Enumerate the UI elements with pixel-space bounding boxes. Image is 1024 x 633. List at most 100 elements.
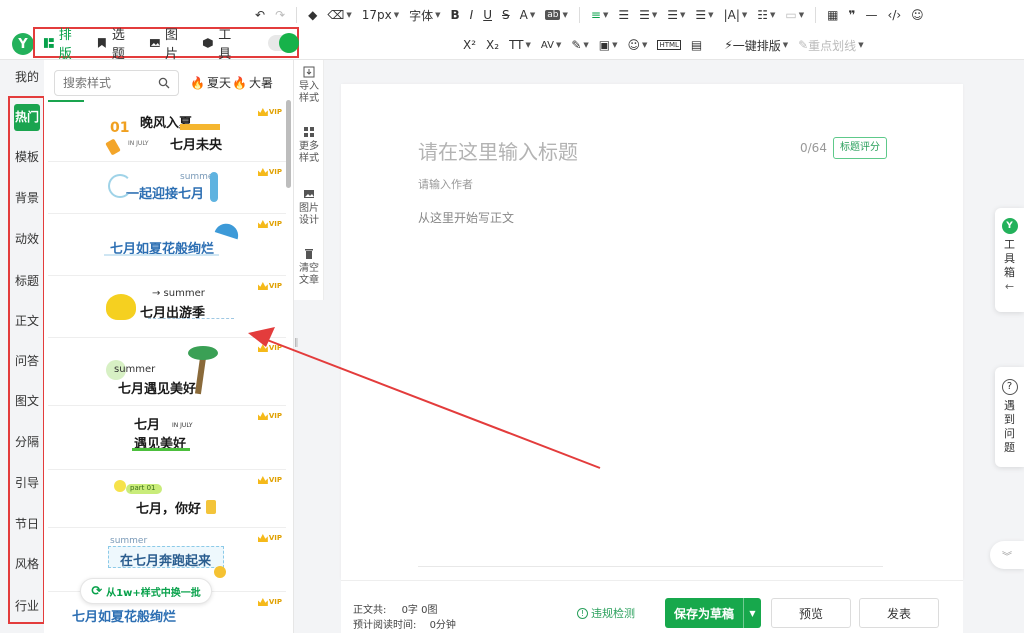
hot-tag-great-heat[interactable]: 🔥 大暑 <box>232 74 273 91</box>
read-time-value: 0分钟 <box>429 620 456 631</box>
align-icon[interactable]: ≡ ▼ <box>586 3 613 27</box>
font-color-icon[interactable]: A ▼ <box>515 3 541 27</box>
app-logo[interactable]: Y <box>12 33 34 55</box>
tab-images[interactable]: 图片 <box>149 24 190 62</box>
save-draft-label: 保存为草稿 <box>673 606 734 621</box>
font-family-select[interactable]: 字体 ▼ <box>404 3 445 27</box>
clear-format-icon[interactable]: ⌫ ▼ <box>322 3 356 27</box>
category-tab[interactable]: 问答 <box>14 354 40 369</box>
preview-button[interactable]: 预览 <box>771 598 851 628</box>
more-styles-button[interactable]: 更多样式 <box>294 126 324 165</box>
image-insert-icon[interactable]: ▣ ▼ <box>594 33 623 57</box>
toolbox-panel-toggle[interactable]: Y 工具箱 ← <box>995 208 1024 312</box>
category-tab[interactable]: 节日 <box>14 517 40 532</box>
title-score-button[interactable]: 标题评分 <box>833 137 887 159</box>
category-tab[interactable]: 风格 <box>14 557 40 572</box>
panel-scrollbar[interactable] <box>286 100 291 188</box>
help-button[interactable]: ? 遇到问题 <box>995 367 1024 467</box>
sticker-icon[interactable]: ☺ ▼ <box>623 33 653 57</box>
scroll-down-button[interactable]: ︾ <box>990 541 1024 569</box>
heading-icon[interactable]: ▭ ▼ <box>780 3 809 27</box>
emoji-icon[interactable]: ☺ <box>906 3 929 27</box>
article-editor[interactable]: 请在这里输入标题 0/64 标题评分 请输入作者 从这里开始写正文 <box>341 84 963 580</box>
category-tab[interactable]: 热门 <box>14 104 40 131</box>
quote-icon[interactable]: ❞ <box>843 3 860 27</box>
italic-icon[interactable]: I <box>465 3 479 27</box>
text-transform-icon[interactable]: TT ▼ <box>504 33 536 57</box>
card-title: 一起迎接七月 <box>126 187 205 202</box>
crown-icon <box>257 412 268 420</box>
body-input[interactable]: 从这里开始写正文 <box>418 209 514 226</box>
search-icon[interactable] <box>158 77 170 89</box>
violation-check-button[interactable]: ! 违规检测 <box>577 605 635 621</box>
image-design-button[interactable]: 图片设计 <box>294 188 324 227</box>
category-tab[interactable]: 分隔 <box>14 435 40 450</box>
category-tab[interactable]: 动效 <box>14 232 40 247</box>
author-input[interactable]: 请输入作者 <box>418 176 473 192</box>
letter-spacing-icon[interactable]: ☰ ▼ <box>690 3 718 27</box>
layout-mode-toggle[interactable] <box>267 32 300 53</box>
redo-icon[interactable]: ↷ <box>270 3 290 27</box>
subscript-icon[interactable]: X₂ <box>481 33 504 57</box>
format-brush-icon[interactable]: ◆ <box>303 3 322 27</box>
hot-tag-summer[interactable]: 🔥 夏天 <box>190 74 231 91</box>
save-draft-button[interactable]: 保存为草稿 ▼ <box>665 598 761 628</box>
style-card[interactable]: 七月如夏花般绚烂 VIP <box>48 214 286 276</box>
category-tab[interactable]: 标题 <box>14 274 40 289</box>
av-icon[interactable]: AV ▼ <box>536 33 566 57</box>
style-card[interactable]: part 01 七月，你好 VIP <box>48 470 286 528</box>
list-icon[interactable]: ☷ ▼ <box>752 3 780 27</box>
tab-layout[interactable]: 排版 <box>43 24 84 62</box>
code-icon[interactable]: ‹/› <box>883 3 907 27</box>
text-direction-icon[interactable]: |A| ▼ <box>719 3 753 27</box>
strikethrough-icon[interactable]: S <box>497 3 515 27</box>
category-tab[interactable]: 背景 <box>14 191 40 206</box>
umbrella-icon <box>214 220 242 240</box>
help-label: 遇到问题 <box>995 399 1024 455</box>
panel-collapse-handle[interactable]: ‖ <box>294 338 302 360</box>
publish-button[interactable]: 发表 <box>859 598 939 628</box>
category-tab[interactable]: 行业 <box>14 599 40 614</box>
category-tab[interactable]: 引导 <box>14 476 40 491</box>
superscript-icon[interactable]: X² <box>458 33 481 57</box>
table-icon[interactable]: ▦ <box>822 3 843 27</box>
undo-icon[interactable]: ↶ <box>250 3 270 27</box>
style-card[interactable]: summer 一起迎接七月 VIP <box>48 162 286 214</box>
style-search-input[interactable] <box>63 76 155 90</box>
flower-icon <box>114 480 126 492</box>
category-tab[interactable]: 模板 <box>14 150 40 165</box>
import-style-button[interactable]: 导入样式 <box>294 66 324 105</box>
swap-styles-button[interactable]: ⟳ 从1w+样式中换一批 <box>80 578 212 604</box>
one-click-layout-button[interactable]: ⚡ 一键排版 ▼ <box>719 33 793 57</box>
wave-icon <box>108 174 132 198</box>
tab-topics[interactable]: 选题 <box>96 24 137 62</box>
category-tab[interactable]: 正文 <box>14 314 40 329</box>
line-height-icon[interactable]: ☰ ▼ <box>634 3 662 27</box>
category-tab[interactable]: 图文 <box>14 394 40 409</box>
tab-tools[interactable]: 工具 <box>202 24 243 62</box>
popsicle-icon <box>105 138 121 156</box>
chevron-down-icon[interactable]: ▼ <box>743 598 761 628</box>
vip-badge: VIP <box>257 412 282 420</box>
background-color-icon[interactable]: ab ▼ <box>540 3 573 27</box>
category-tab[interactable]: 我的 <box>14 70 40 85</box>
style-card[interactable]: 01 晚风入夏 IN JULY 七月未央 VIP <box>48 102 286 162</box>
title-input[interactable]: 请在这里输入标题 <box>418 136 578 165</box>
card-title: 七月遇见美好 <box>118 382 197 397</box>
html-icon[interactable]: HTML <box>652 33 685 57</box>
font-size-select[interactable]: 17px ▼ <box>357 3 404 27</box>
bold-icon[interactable]: B <box>446 3 465 27</box>
divider-icon[interactable]: — <box>861 3 883 27</box>
style-card[interactable]: → summer 七月出游季 VIP <box>48 276 286 338</box>
style-search-box[interactable] <box>54 70 179 96</box>
style-card[interactable]: summer 七月遇见美好 VIP <box>48 338 286 406</box>
toolbox-icon[interactable]: ▤ <box>686 33 707 57</box>
clear-article-button[interactable]: 清空文章 <box>294 248 324 287</box>
highlight-lines-button[interactable]: ✎ 重点划线 ▼ <box>793 33 868 57</box>
style-card[interactable]: 七月 IN JULY 遇见美好 VIP <box>48 406 286 470</box>
more-styles-label: 更多样式 <box>299 141 319 164</box>
magic-icon[interactable]: ✎ ▼ <box>566 33 593 57</box>
paragraph-spacing-icon[interactable]: ☰ ▼ <box>662 3 690 27</box>
indent-icon[interactable]: ☰ <box>613 3 634 27</box>
underline-icon[interactable]: U <box>478 3 497 27</box>
